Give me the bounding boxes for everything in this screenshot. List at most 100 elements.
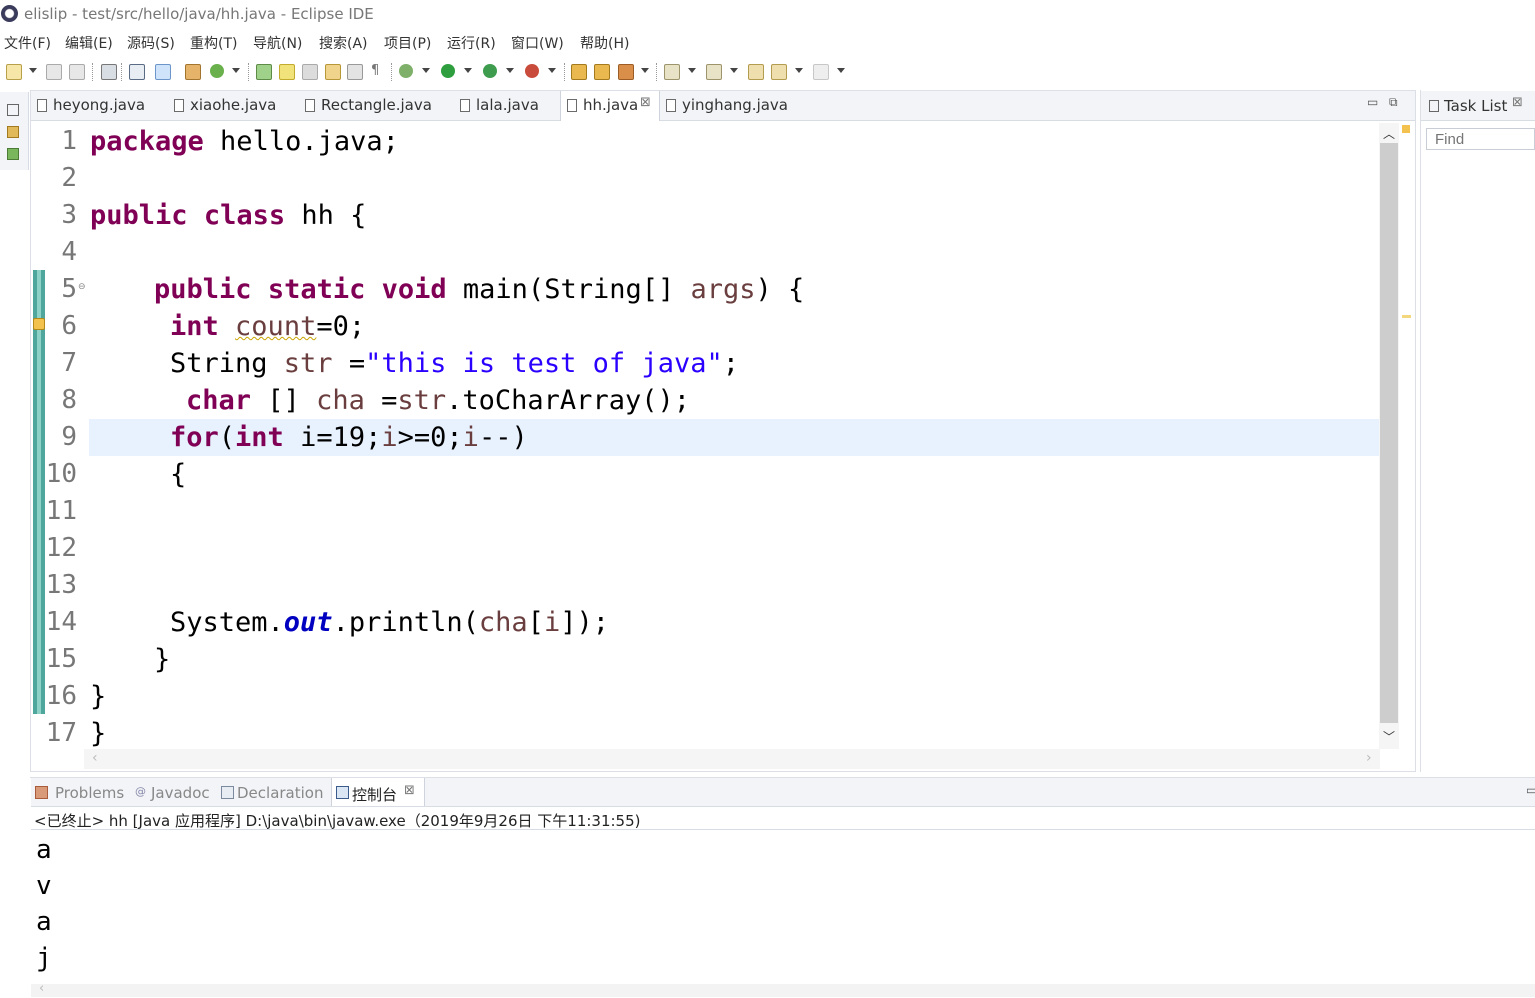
code-line-14: System.out.println(cha[i]); bbox=[170, 607, 609, 638]
tab-javadoc[interactable]: @ Javadoc bbox=[131, 778, 215, 806]
debug-bug-icon[interactable] bbox=[399, 64, 413, 78]
console-horizontal-scrollbar[interactable]: ‹ bbox=[31, 981, 1535, 997]
new-dropdown-icon[interactable] bbox=[29, 68, 37, 73]
tab-problems[interactable]: Problems bbox=[31, 778, 127, 806]
scroll-up-icon[interactable]: ︿ bbox=[1383, 125, 1395, 142]
scroll-left-icon[interactable]: ‹ bbox=[39, 981, 44, 996]
next-annotation-dropdown-icon[interactable] bbox=[688, 68, 696, 73]
scrollbar-thumb[interactable] bbox=[1380, 143, 1398, 723]
console-output-line: v bbox=[36, 871, 52, 901]
console-view-icon[interactable] bbox=[129, 64, 145, 80]
java-file-icon bbox=[666, 99, 676, 112]
task-list-tab[interactable]: Task List ⊠ bbox=[1421, 91, 1535, 121]
menu-window[interactable]: 窗口(W) bbox=[511, 33, 564, 53]
run-icon[interactable] bbox=[441, 64, 455, 78]
java-file-icon bbox=[305, 99, 315, 112]
package-explorer-icon[interactable] bbox=[7, 126, 19, 138]
back-icon[interactable] bbox=[771, 64, 787, 80]
pen-icon[interactable] bbox=[618, 64, 634, 80]
save-icon[interactable] bbox=[46, 64, 62, 80]
menu-bar: 文件(F) 编辑(E) 源码(S) 重构(T) 导航(N) 搜索(A) 项目(P… bbox=[0, 30, 1535, 54]
coverage-dropdown-icon[interactable] bbox=[506, 68, 514, 73]
maximize-icon[interactable]: ⧉ bbox=[1389, 95, 1398, 110]
console-output-line: j bbox=[36, 943, 52, 973]
editor-horizontal-scrollbar[interactable]: ‹ › bbox=[84, 749, 1380, 769]
external-tools-icon[interactable] bbox=[525, 64, 539, 78]
task-list-title: Task List bbox=[1444, 97, 1508, 115]
new-icon[interactable] bbox=[6, 64, 22, 80]
external-tools-dropdown-icon[interactable] bbox=[548, 68, 556, 73]
close-icon[interactable]: ⊠ bbox=[1512, 95, 1523, 110]
close-icon[interactable]: ⊠ bbox=[640, 95, 651, 110]
menu-source[interactable]: 源码(S) bbox=[127, 33, 175, 53]
pen-dropdown-icon[interactable] bbox=[641, 68, 649, 73]
tab-declaration[interactable]: Declaration bbox=[217, 778, 325, 806]
warning-overview-mark[interactable] bbox=[1402, 315, 1411, 318]
type-hierarchy-icon[interactable] bbox=[7, 148, 19, 160]
ant-icon[interactable] bbox=[256, 64, 272, 80]
tab-yinghang-java[interactable]: yinghang.java bbox=[660, 91, 790, 120]
previous-annotation-dropdown-icon[interactable] bbox=[730, 68, 738, 73]
tab-rectangle-java[interactable]: Rectangle.java bbox=[299, 91, 449, 120]
menu-search[interactable]: 搜索(A) bbox=[319, 33, 368, 53]
scroll-left-icon[interactable]: ‹ bbox=[92, 750, 98, 766]
tab-hh-java[interactable]: hh.java ⊠ bbox=[560, 91, 660, 121]
back-dropdown-icon[interactable] bbox=[795, 68, 803, 73]
scroll-right-icon[interactable]: › bbox=[1366, 750, 1372, 766]
skip-breakpoints-icon[interactable] bbox=[155, 64, 171, 80]
last-edit-icon[interactable] bbox=[748, 64, 764, 80]
menu-file[interactable]: 文件(F) bbox=[4, 33, 51, 53]
menu-run[interactable]: 运行(R) bbox=[447, 33, 496, 53]
debug-bug-dropdown-icon[interactable] bbox=[422, 68, 430, 73]
code-line-1: package hello.java; bbox=[90, 126, 399, 157]
warning-summary-icon[interactable] bbox=[1402, 125, 1410, 133]
eclipse-app-icon bbox=[1, 5, 18, 22]
terminal-icon[interactable] bbox=[101, 64, 117, 80]
tab-lala-java[interactable]: lala.java bbox=[454, 91, 558, 120]
bottom-tab-bar: Problems @ Javadoc Declaration 控制台 ⊠ ▭ bbox=[31, 778, 1535, 807]
format-icon[interactable] bbox=[302, 64, 318, 80]
package-icon[interactable] bbox=[185, 64, 201, 80]
next-annotation-icon[interactable] bbox=[664, 64, 680, 80]
forward-dropdown-icon[interactable] bbox=[837, 68, 845, 73]
menu-project[interactable]: 项目(P) bbox=[384, 33, 431, 53]
warning-marker-icon[interactable] bbox=[33, 318, 45, 330]
menu-help[interactable]: 帮助(H) bbox=[580, 33, 629, 53]
forward-icon[interactable] bbox=[813, 64, 829, 80]
open-type-icon[interactable] bbox=[325, 64, 341, 80]
coverage-icon[interactable] bbox=[483, 64, 497, 78]
console-icon bbox=[336, 786, 349, 799]
run-dropdown-icon[interactable] bbox=[464, 68, 472, 73]
minimize-icon[interactable]: ▭ bbox=[1526, 783, 1535, 797]
fold-toggle-icon[interactable]: ⊖ bbox=[78, 282, 86, 292]
minimize-icon[interactable]: ▭ bbox=[1367, 95, 1378, 109]
debug-icon[interactable] bbox=[210, 64, 224, 78]
open-folder-icon[interactable] bbox=[571, 64, 587, 80]
debug-dropdown-icon[interactable] bbox=[232, 68, 240, 73]
overview-ruler bbox=[1400, 123, 1414, 749]
menu-edit[interactable]: 编辑(E) bbox=[65, 33, 113, 53]
line-number: 6 bbox=[61, 311, 77, 341]
window-title: elislip - test/src/hello/java/hh.java - … bbox=[24, 5, 374, 23]
highlight-icon[interactable] bbox=[279, 64, 295, 80]
toolbar-separator bbox=[564, 63, 566, 81]
restore-icon[interactable] bbox=[7, 104, 19, 116]
close-icon[interactable]: ⊠ bbox=[404, 783, 415, 798]
task-find-input[interactable] bbox=[1426, 128, 1535, 150]
show-whitespace-icon[interactable] bbox=[347, 64, 363, 80]
console-output-line: a bbox=[36, 907, 52, 937]
menu-refactor[interactable]: 重构(T) bbox=[190, 33, 237, 53]
scroll-down-icon[interactable]: ﹀ bbox=[1383, 728, 1395, 745]
code-line-17: } bbox=[90, 718, 107, 749]
tab-xiaohe-java[interactable]: xiaohe.java bbox=[168, 91, 296, 120]
tab-console[interactable]: 控制台 ⊠ bbox=[331, 778, 425, 806]
save-all-icon[interactable] bbox=[69, 64, 85, 80]
tab-heyong-java[interactable]: heyong.java bbox=[31, 91, 166, 120]
pilcrow-icon[interactable]: ¶ bbox=[371, 64, 385, 78]
previous-annotation-icon[interactable] bbox=[706, 64, 722, 80]
main-toolbar: ¶ bbox=[0, 56, 1535, 88]
editor-vertical-scrollbar[interactable]: ︿ ﹀ bbox=[1379, 123, 1399, 749]
menu-navigate[interactable]: 导航(N) bbox=[253, 33, 302, 53]
code-line-6: int count=0; bbox=[170, 311, 366, 342]
open-project-icon[interactable] bbox=[594, 64, 610, 80]
